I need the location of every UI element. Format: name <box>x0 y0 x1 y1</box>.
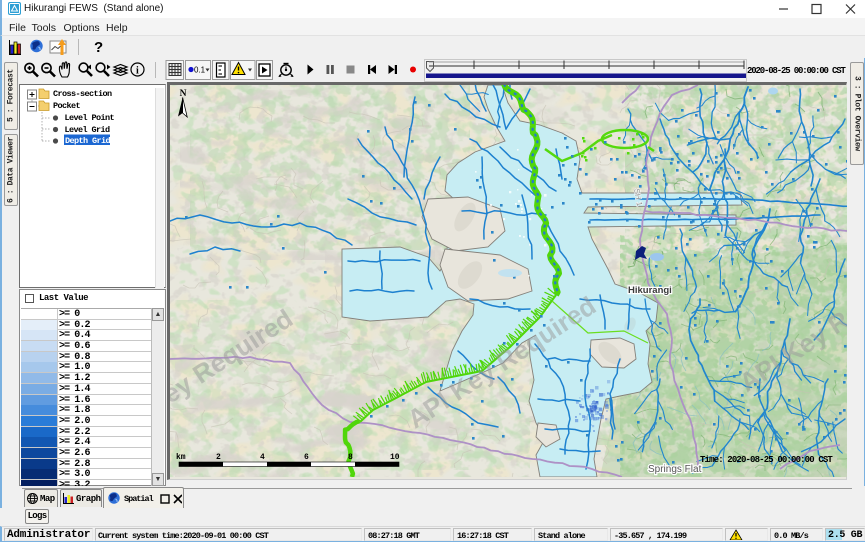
svg-text:Hikurangi: Hikurangi <box>628 285 672 296</box>
svg-text:6: 6 <box>304 453 309 462</box>
svg-text:0.1: 0.1 <box>194 66 206 75</box>
svg-text:2020-08-25 00:00:00 CST: 2020-08-25 00:00:00 CST <box>747 66 847 76</box>
svg-text:Time: 2020-08-25 00:00:00 CST: Time: 2020-08-25 00:00:00 CST <box>700 455 833 465</box>
svg-text:2: 2 <box>216 453 221 462</box>
svg-text:i: i <box>136 66 139 77</box>
svg-text:Springs Flat: Springs Flat <box>648 464 702 475</box>
svg-text:10: 10 <box>390 453 400 462</box>
svg-text:km: km <box>176 453 186 462</box>
svg-text:8: 8 <box>348 453 353 462</box>
svg-text:?: ? <box>94 39 103 56</box>
svg-text:4: 4 <box>260 453 265 462</box>
svg-text:N: N <box>180 89 187 99</box>
